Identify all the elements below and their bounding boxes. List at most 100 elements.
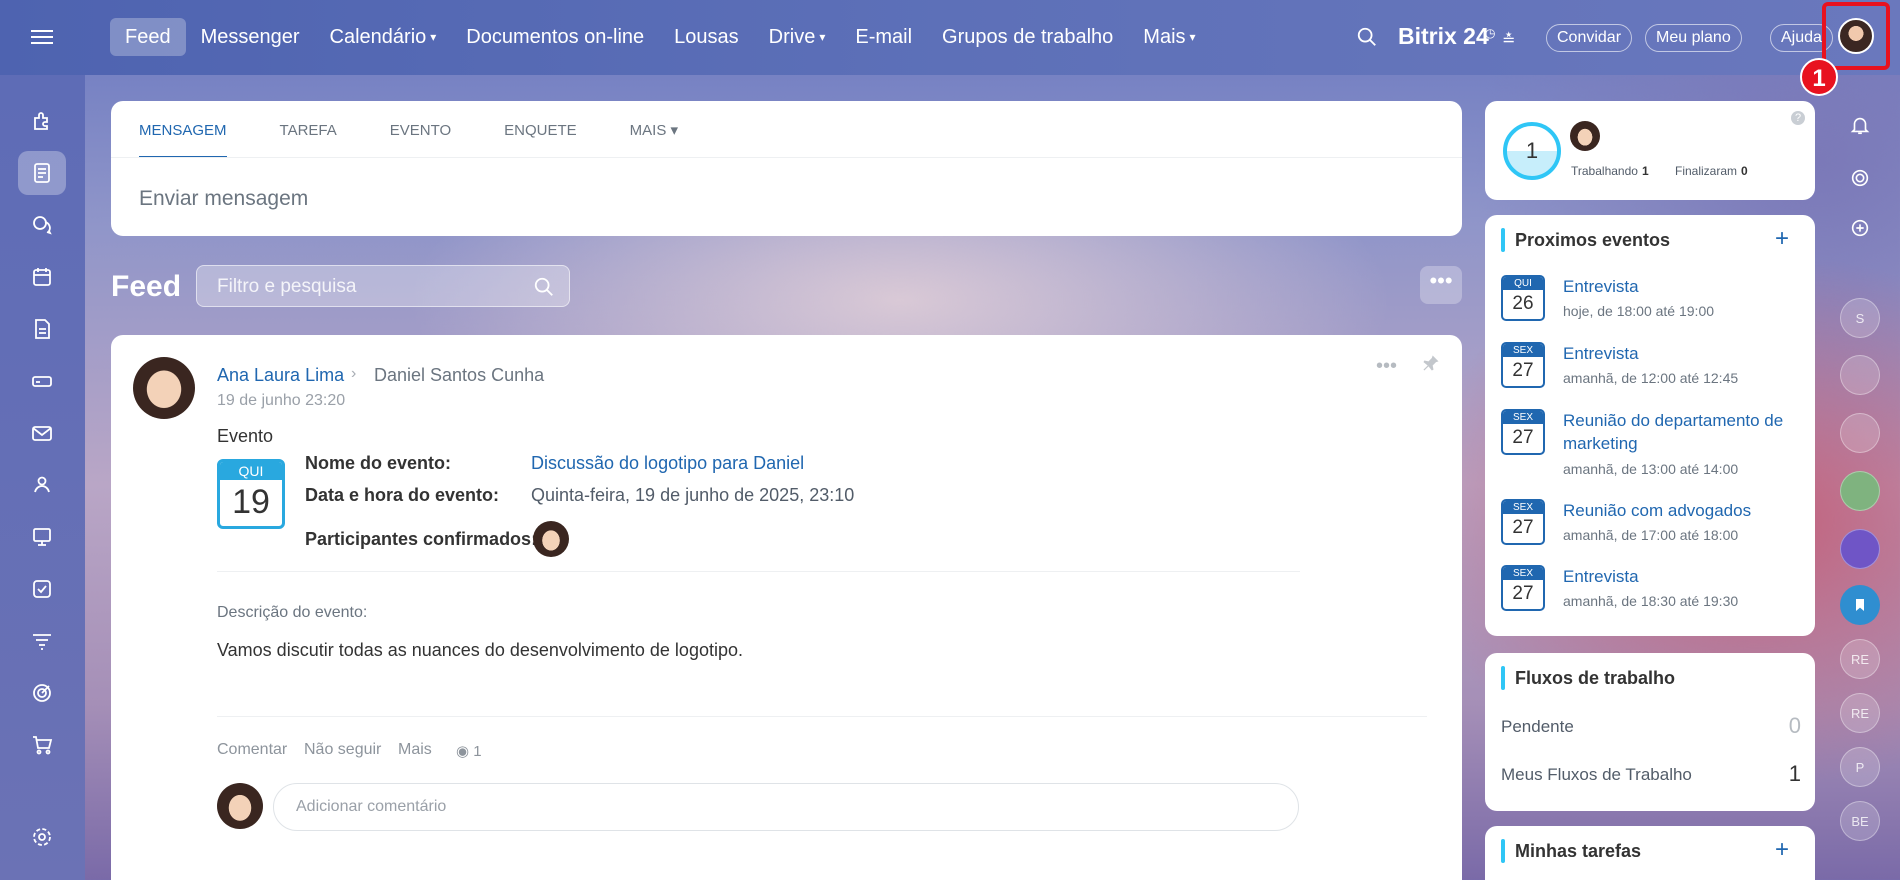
help-icon[interactable]: ? bbox=[1791, 111, 1805, 125]
filter-search-input[interactable] bbox=[217, 274, 517, 300]
sidebar-item-calendar[interactable] bbox=[18, 255, 66, 299]
nav-workgroups[interactable]: Grupos de trabalho bbox=[927, 18, 1128, 56]
add-event-button[interactable]: + bbox=[1775, 225, 1789, 253]
chat-avatar[interactable]: RE bbox=[1840, 639, 1880, 679]
tab-poll[interactable]: Enquete bbox=[504, 101, 577, 158]
message-input[interactable] bbox=[139, 181, 1429, 217]
sidebar-item-feed[interactable] bbox=[18, 151, 66, 195]
avatar[interactable] bbox=[1570, 121, 1600, 151]
chat-avatar[interactable] bbox=[1840, 413, 1880, 453]
search-icon[interactable] bbox=[533, 276, 555, 298]
nav-more[interactable]: Mais ▾ bbox=[1128, 18, 1210, 56]
event-date-value: Quinta-feira, 19 de junho de 2025, 23:10 bbox=[531, 485, 855, 505]
channel-icon[interactable] bbox=[1840, 529, 1880, 569]
chat-avatar[interactable]: S bbox=[1840, 298, 1880, 338]
sidebar-item-store[interactable] bbox=[18, 723, 66, 767]
unfollow-link[interactable]: Não seguir bbox=[304, 741, 381, 759]
event-title-link[interactable]: Entrevista bbox=[1563, 565, 1803, 588]
event-name-link[interactable]: Discussão do logotipo para Daniel bbox=[531, 453, 804, 474]
notification-button[interactable] bbox=[1840, 105, 1880, 145]
workflow-count: 1 bbox=[1788, 761, 1801, 786]
event-item[interactable]: SEX 27 Reunião com advogados amanhã, de … bbox=[1501, 499, 1801, 547]
assistant-icon bbox=[1851, 219, 1869, 237]
nav-boards[interactable]: Lousas bbox=[659, 18, 754, 56]
more-dots-icon[interactable]: ••• bbox=[1376, 355, 1397, 378]
event-title-link[interactable]: Entrevista bbox=[1563, 342, 1803, 365]
event-title-link[interactable]: Reunião do departamento de marketing bbox=[1563, 409, 1803, 455]
sidebar-item-documents[interactable] bbox=[18, 307, 66, 351]
nav-documents[interactable]: Documentos on-line bbox=[451, 18, 659, 56]
post-author-link[interactable]: Ana Laura Lima bbox=[217, 365, 344, 386]
bookmark-icon[interactable] bbox=[1840, 585, 1880, 625]
settings-sliders-icon[interactable]: ≛ bbox=[1502, 30, 1515, 50]
more-link[interactable]: Mais bbox=[398, 741, 432, 759]
menu-icon[interactable] bbox=[26, 26, 58, 50]
sidebar-item-chats[interactable] bbox=[18, 203, 66, 247]
chat-avatar[interactable]: BE bbox=[1840, 801, 1880, 841]
timeman-widget[interactable]: 1 ? Trabalhando 1 Finalizaram 0 bbox=[1485, 101, 1815, 200]
event-title-link[interactable]: Reunião com advogados bbox=[1563, 499, 1803, 522]
event-time: amanhã, de 17:00 até 18:00 bbox=[1563, 527, 1739, 543]
event-calendar-badge: SEX 27 bbox=[1501, 565, 1545, 611]
workflow-mine-row[interactable]: Meus Fluxos de Trabalho 1 bbox=[1501, 761, 1801, 793]
sidebar-item-drive[interactable] bbox=[18, 359, 66, 403]
calendar-day: SEX bbox=[1503, 501, 1543, 514]
chat-avatar[interactable]: RE bbox=[1840, 693, 1880, 733]
sidebar-item-groups[interactable] bbox=[18, 463, 66, 507]
invite-button[interactable]: Convidar bbox=[1546, 24, 1633, 52]
working-count: 1 bbox=[1641, 164, 1649, 178]
comment-input[interactable] bbox=[273, 783, 1299, 831]
feed-more-button[interactable]: ••• bbox=[1420, 266, 1462, 304]
sidebar-item-goals[interactable] bbox=[18, 671, 66, 715]
tab-event[interactable]: Evento bbox=[390, 101, 451, 158]
event-item[interactable]: QUI 26 Entrevista hoje, de 18:00 até 19:… bbox=[1501, 275, 1801, 323]
avatar[interactable] bbox=[533, 521, 569, 557]
tab-message[interactable]: Mensagem bbox=[139, 101, 227, 158]
activity-button[interactable] bbox=[1840, 158, 1880, 198]
event-title-link[interactable]: Entrevista bbox=[1563, 275, 1803, 298]
post-type-label: Evento bbox=[217, 426, 274, 446]
widget-title: Minhas tarefas bbox=[1515, 841, 1642, 861]
avatar[interactable] bbox=[1838, 18, 1874, 54]
search-icon[interactable] bbox=[1356, 26, 1378, 48]
user-avatar-highlight[interactable] bbox=[1822, 2, 1890, 70]
comment-link[interactable]: Comentar bbox=[217, 741, 287, 759]
chat-avatar[interactable] bbox=[1840, 355, 1880, 395]
calendar-date: 27 bbox=[1512, 427, 1534, 448]
participants-label: Participantes confirmados: bbox=[305, 529, 538, 549]
event-item[interactable]: SEX 27 Entrevista amanhã, de 12:00 até 1… bbox=[1501, 342, 1801, 390]
sidebar-item-settings[interactable] bbox=[18, 815, 66, 859]
pin-icon[interactable] bbox=[1421, 353, 1441, 373]
nav-email[interactable]: E-mail bbox=[840, 18, 927, 56]
copilot-button[interactable] bbox=[1840, 208, 1880, 248]
filter-search-box[interactable] bbox=[196, 265, 570, 307]
add-task-button[interactable]: + bbox=[1775, 836, 1789, 864]
sidebar-item-mail[interactable] bbox=[18, 411, 66, 455]
nav-drive[interactable]: Drive ▾ bbox=[754, 18, 841, 56]
event-item[interactable]: SEX 27 Reunião do departamento de market… bbox=[1501, 409, 1801, 481]
sidebar-item-collaboration[interactable] bbox=[18, 99, 66, 143]
tab-more[interactable]: Mais ▾ bbox=[630, 101, 678, 158]
event-date-label: Data e hora do evento: bbox=[305, 485, 500, 505]
finished-status: Finalizaram 0 bbox=[1675, 164, 1748, 178]
event-item[interactable]: SEX 27 Entrevista amanhã, de 18:30 até 1… bbox=[1501, 565, 1801, 613]
nav-messenger[interactable]: Messenger bbox=[186, 18, 315, 56]
avatar[interactable] bbox=[133, 357, 195, 419]
finished-label: Finalizaram bbox=[1675, 164, 1738, 178]
group-chat-icon[interactable] bbox=[1840, 471, 1880, 511]
nav-label: Mais bbox=[1143, 26, 1186, 48]
sidebar-item-boards[interactable] bbox=[18, 515, 66, 559]
bell-icon bbox=[1850, 117, 1870, 135]
chat-avatar[interactable]: P bbox=[1840, 747, 1880, 787]
nav-feed[interactable]: Feed bbox=[110, 18, 186, 56]
my-plan-button[interactable]: Meu plano bbox=[1645, 24, 1742, 52]
workflow-label: Meus Fluxos de Trabalho bbox=[1501, 765, 1692, 784]
workflow-pending-row[interactable]: Pendente 0 bbox=[1501, 713, 1801, 745]
sidebar-item-tasks[interactable] bbox=[18, 567, 66, 611]
post-date[interactable]: 19 de junho 23:20 bbox=[217, 392, 345, 410]
nav-calendar[interactable]: Calendário ▾ bbox=[315, 18, 452, 56]
views-count: 1 bbox=[473, 743, 482, 760]
post-recipient-link[interactable]: Daniel Santos Cunha bbox=[374, 365, 544, 386]
sidebar-item-crm[interactable] bbox=[18, 619, 66, 663]
tab-task[interactable]: Tarefa bbox=[280, 101, 337, 158]
